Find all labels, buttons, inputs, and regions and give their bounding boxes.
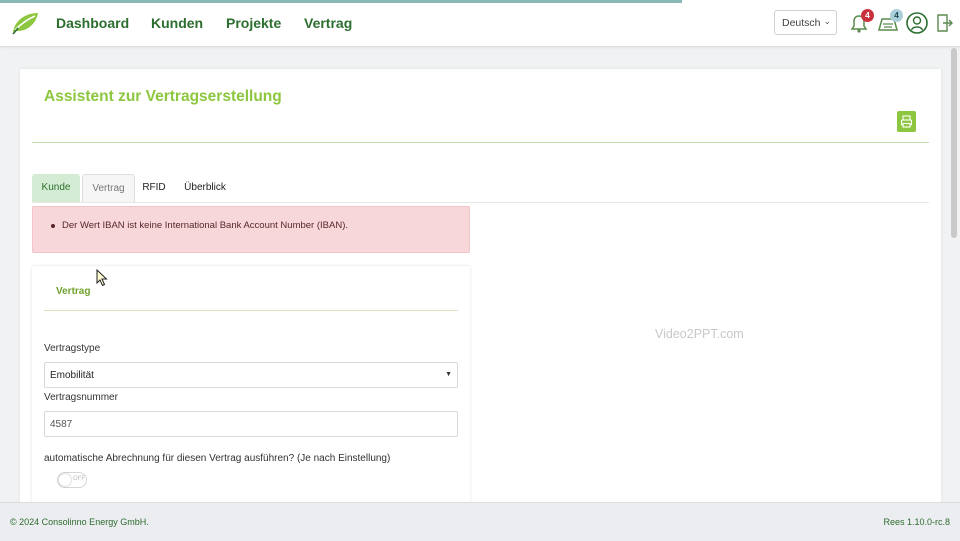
nav-vertrag[interactable]: Vertrag xyxy=(304,15,352,31)
vertragstype-value: Emobilität xyxy=(50,370,94,381)
print-icon xyxy=(900,115,913,128)
loading-progress-bar xyxy=(0,0,682,3)
vertragstype-label: Vertragstype xyxy=(44,343,101,354)
title-divider xyxy=(32,142,929,143)
mouse-cursor-icon xyxy=(96,269,108,287)
footer: © 2024 Consolinno Energy GmbH. Rees 1.10… xyxy=(0,502,960,541)
auto-billing-label: automatische Abrechnung für diesen Vertr… xyxy=(44,453,391,464)
notifications-badge: 4 xyxy=(861,9,874,22)
leaf-logo[interactable] xyxy=(10,10,40,36)
nav-kunden[interactable]: Kunden xyxy=(151,15,203,31)
profile-button[interactable] xyxy=(904,10,930,36)
watermark-text: Video2PPT.com xyxy=(655,327,744,341)
logout-button[interactable] xyxy=(931,10,957,36)
language-select[interactable]: Deutsch ⌄ xyxy=(774,10,837,35)
language-value: Deutsch xyxy=(782,17,821,29)
footer-version: Rees 1.10.0-rc.8 xyxy=(883,517,950,527)
tab-vertrag[interactable]: Vertrag xyxy=(82,174,135,202)
page-scrollbar[interactable] xyxy=(951,48,957,238)
tab-rfid[interactable]: RFID xyxy=(138,174,170,202)
page-title: Assistent zur Vertragserstellung xyxy=(44,88,282,105)
vertragsnummer-value: 4587 xyxy=(50,419,73,430)
tasks-badge: 4 xyxy=(890,9,903,22)
section-title: Vertrag xyxy=(56,286,91,297)
contract-form-panel: Vertrag Vertragstype Emobilität ▼ Vertra… xyxy=(32,266,470,509)
auto-billing-toggle[interactable]: OFF xyxy=(57,472,87,488)
section-divider xyxy=(44,310,458,311)
alert-message: Der Wert IBAN ist keine International Ba… xyxy=(62,220,348,231)
tab-ueberblick[interactable]: Überblick xyxy=(178,174,232,202)
vertragstype-select[interactable]: Emobilität ▼ xyxy=(44,362,458,388)
vertragsnummer-label: Vertragsnummer xyxy=(44,392,118,403)
nav-projekte[interactable]: Projekte xyxy=(226,15,281,31)
vertragsnummer-input[interactable]: 4587 xyxy=(44,411,458,437)
wizard-card: Assistent zur Vertragserstellung Kunde V… xyxy=(20,69,941,509)
chevron-down-icon: ⌄ xyxy=(823,16,831,26)
toggle-knob xyxy=(59,474,71,486)
top-navbar: Dashboard Kunden Projekte Vertrag Deutsc… xyxy=(0,0,960,47)
error-alert: Der Wert IBAN ist keine International Ba… xyxy=(32,206,470,253)
caret-down-icon: ▼ xyxy=(445,371,452,378)
toggle-state: OFF xyxy=(73,476,85,482)
bullet-icon xyxy=(51,224,55,228)
tasks-button[interactable]: 4 xyxy=(875,9,903,36)
nav-dashboard[interactable]: Dashboard xyxy=(56,15,129,31)
print-button[interactable] xyxy=(897,111,916,132)
logout-icon xyxy=(937,14,953,32)
footer-copyright: © 2024 Consolinno Energy GmbH. xyxy=(10,517,149,527)
notifications-button[interactable]: 4 xyxy=(846,9,874,36)
tab-kunde[interactable]: Kunde xyxy=(32,174,80,202)
tabs-divider xyxy=(32,202,929,203)
user-icon xyxy=(906,12,928,34)
